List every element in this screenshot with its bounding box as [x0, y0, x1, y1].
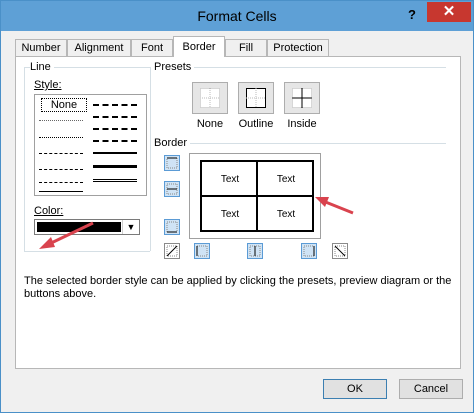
- line-group-label: Line: [30, 61, 54, 73]
- preset-outline-button[interactable]: [238, 82, 274, 114]
- border-group-label: Border: [154, 137, 191, 149]
- presets-group-line: [156, 67, 446, 68]
- tab-number[interactable]: Number: [15, 39, 67, 56]
- preset-none-icon: [200, 88, 220, 108]
- line-style-slant-dash-dot[interactable]: [93, 116, 137, 118]
- preview-cell: Text: [276, 209, 296, 220]
- annotation-arrow-color: [39, 221, 94, 249]
- line-style-hair[interactable]: [39, 120, 83, 121]
- line-style-double[interactable]: [93, 179, 137, 182]
- tab-protection[interactable]: Protection: [267, 39, 329, 56]
- diagonal-up-icon: [166, 245, 178, 257]
- ok-button[interactable]: OK: [323, 379, 387, 399]
- preset-inside-label: Inside: [287, 118, 317, 130]
- line-style-none[interactable]: None: [41, 98, 87, 112]
- border-diagonal-down-button[interactable]: [332, 243, 348, 259]
- help-button[interactable]: ?: [403, 5, 421, 25]
- line-group-right-border: [150, 67, 151, 251]
- diagonal-down-icon: [334, 245, 346, 257]
- border-bottom-button[interactable]: [164, 219, 180, 235]
- border-diagonal-up-button[interactable]: [164, 243, 180, 259]
- tab-fill[interactable]: Fill: [225, 39, 267, 56]
- line-style-dash-dot-dot[interactable]: [39, 153, 83, 154]
- annotation-arrow-preview: [315, 197, 354, 215]
- presets-group-label: Presets: [154, 61, 195, 73]
- line-style-dotted[interactable]: [39, 137, 83, 138]
- tab-alignment[interactable]: Alignment: [67, 39, 131, 56]
- line-style-dash-dot[interactable]: [39, 169, 83, 170]
- border-horizontal-icon: [166, 183, 178, 195]
- tab-font[interactable]: Font: [131, 39, 173, 56]
- preset-outline-icon: [246, 88, 266, 108]
- line-style-list[interactable]: None: [34, 94, 147, 196]
- border-bottom-icon: [166, 221, 178, 233]
- border-right-button[interactable]: [301, 243, 317, 259]
- border-right-icon: [303, 245, 315, 257]
- line-group-left-border: [24, 67, 25, 251]
- border-vertical-icon: [249, 245, 261, 257]
- border-horizontal-button[interactable]: [164, 181, 180, 197]
- tab-border[interactable]: Border: [173, 36, 225, 57]
- format-cells-dialog: Format Cells ? ✕ Number Alignment Font B…: [0, 0, 474, 413]
- line-style-dashed[interactable]: [39, 182, 83, 183]
- preset-none-label: None: [196, 118, 224, 130]
- border-preview[interactable]: Text Text Text Text: [189, 153, 321, 239]
- border-top-icon: [166, 157, 178, 169]
- line-style-medium[interactable]: [93, 152, 137, 154]
- line-style-thin[interactable]: [39, 191, 83, 192]
- border-tab-page: Line Style: None Color: ▼ Presets None O…: [15, 56, 461, 369]
- preset-inside-button[interactable]: [284, 82, 320, 114]
- preview-cell: Text: [220, 174, 240, 185]
- title-bar: Format Cells ? ✕: [1, 1, 473, 31]
- border-left-icon: [196, 245, 208, 257]
- preset-inside-icon: [292, 88, 312, 108]
- style-label: Style:: [34, 79, 65, 91]
- border-left-button[interactable]: [194, 243, 210, 259]
- line-style-thick[interactable]: [93, 165, 137, 168]
- border-vertical-button[interactable]: [247, 243, 263, 259]
- close-button[interactable]: ✕: [427, 2, 471, 22]
- border-help-text: The selected border style can be applied…: [24, 275, 452, 300]
- line-style-medium-dash-dot[interactable]: [93, 128, 137, 130]
- preview-cell: Text: [220, 209, 240, 220]
- border-top-button[interactable]: [164, 155, 180, 171]
- border-group-line: [156, 143, 446, 144]
- line-style-medium-dash-dot-dot[interactable]: [93, 104, 137, 106]
- preview-grid[interactable]: Text Text Text Text: [200, 160, 314, 232]
- preset-none-button[interactable]: [192, 82, 228, 114]
- line-style-medium-dashed[interactable]: [93, 140, 137, 142]
- preset-outline-label: Outline: [238, 118, 274, 130]
- color-label: Color:: [34, 205, 67, 217]
- cancel-button[interactable]: Cancel: [399, 379, 463, 399]
- preview-cell: Text: [276, 174, 296, 185]
- chevron-down-icon[interactable]: ▼: [122, 220, 139, 234]
